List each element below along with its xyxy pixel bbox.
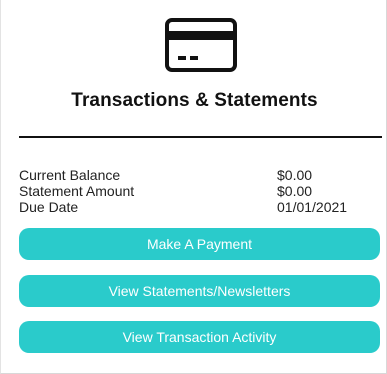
make-payment-button[interactable]: Make A Payment bbox=[19, 228, 380, 260]
statement-amount-row: Statement Amount $0.00 bbox=[19, 183, 364, 199]
view-transaction-activity-button[interactable]: View Transaction Activity bbox=[19, 321, 380, 353]
card-title: Transactions & Statements bbox=[71, 90, 318, 111]
due-date-row: Due Date 01/01/2021 bbox=[19, 199, 364, 215]
due-date-value: 01/01/2021 bbox=[277, 199, 348, 215]
statement-amount-value: $0.00 bbox=[277, 183, 313, 199]
transactions-card: Transactions & Statements Current Balanc… bbox=[0, 0, 387, 374]
view-statements-button[interactable]: View Statements/Newsletters bbox=[19, 275, 380, 307]
current-balance-row: Current Balance $0.00 bbox=[19, 167, 364, 183]
current-balance-value: $0.00 bbox=[277, 167, 313, 183]
credit-card-icon bbox=[165, 18, 237, 72]
divider bbox=[19, 136, 382, 138]
current-balance-label: Current Balance bbox=[19, 167, 121, 183]
statement-amount-label: Statement Amount bbox=[19, 183, 135, 199]
due-date-label: Due Date bbox=[19, 199, 79, 215]
